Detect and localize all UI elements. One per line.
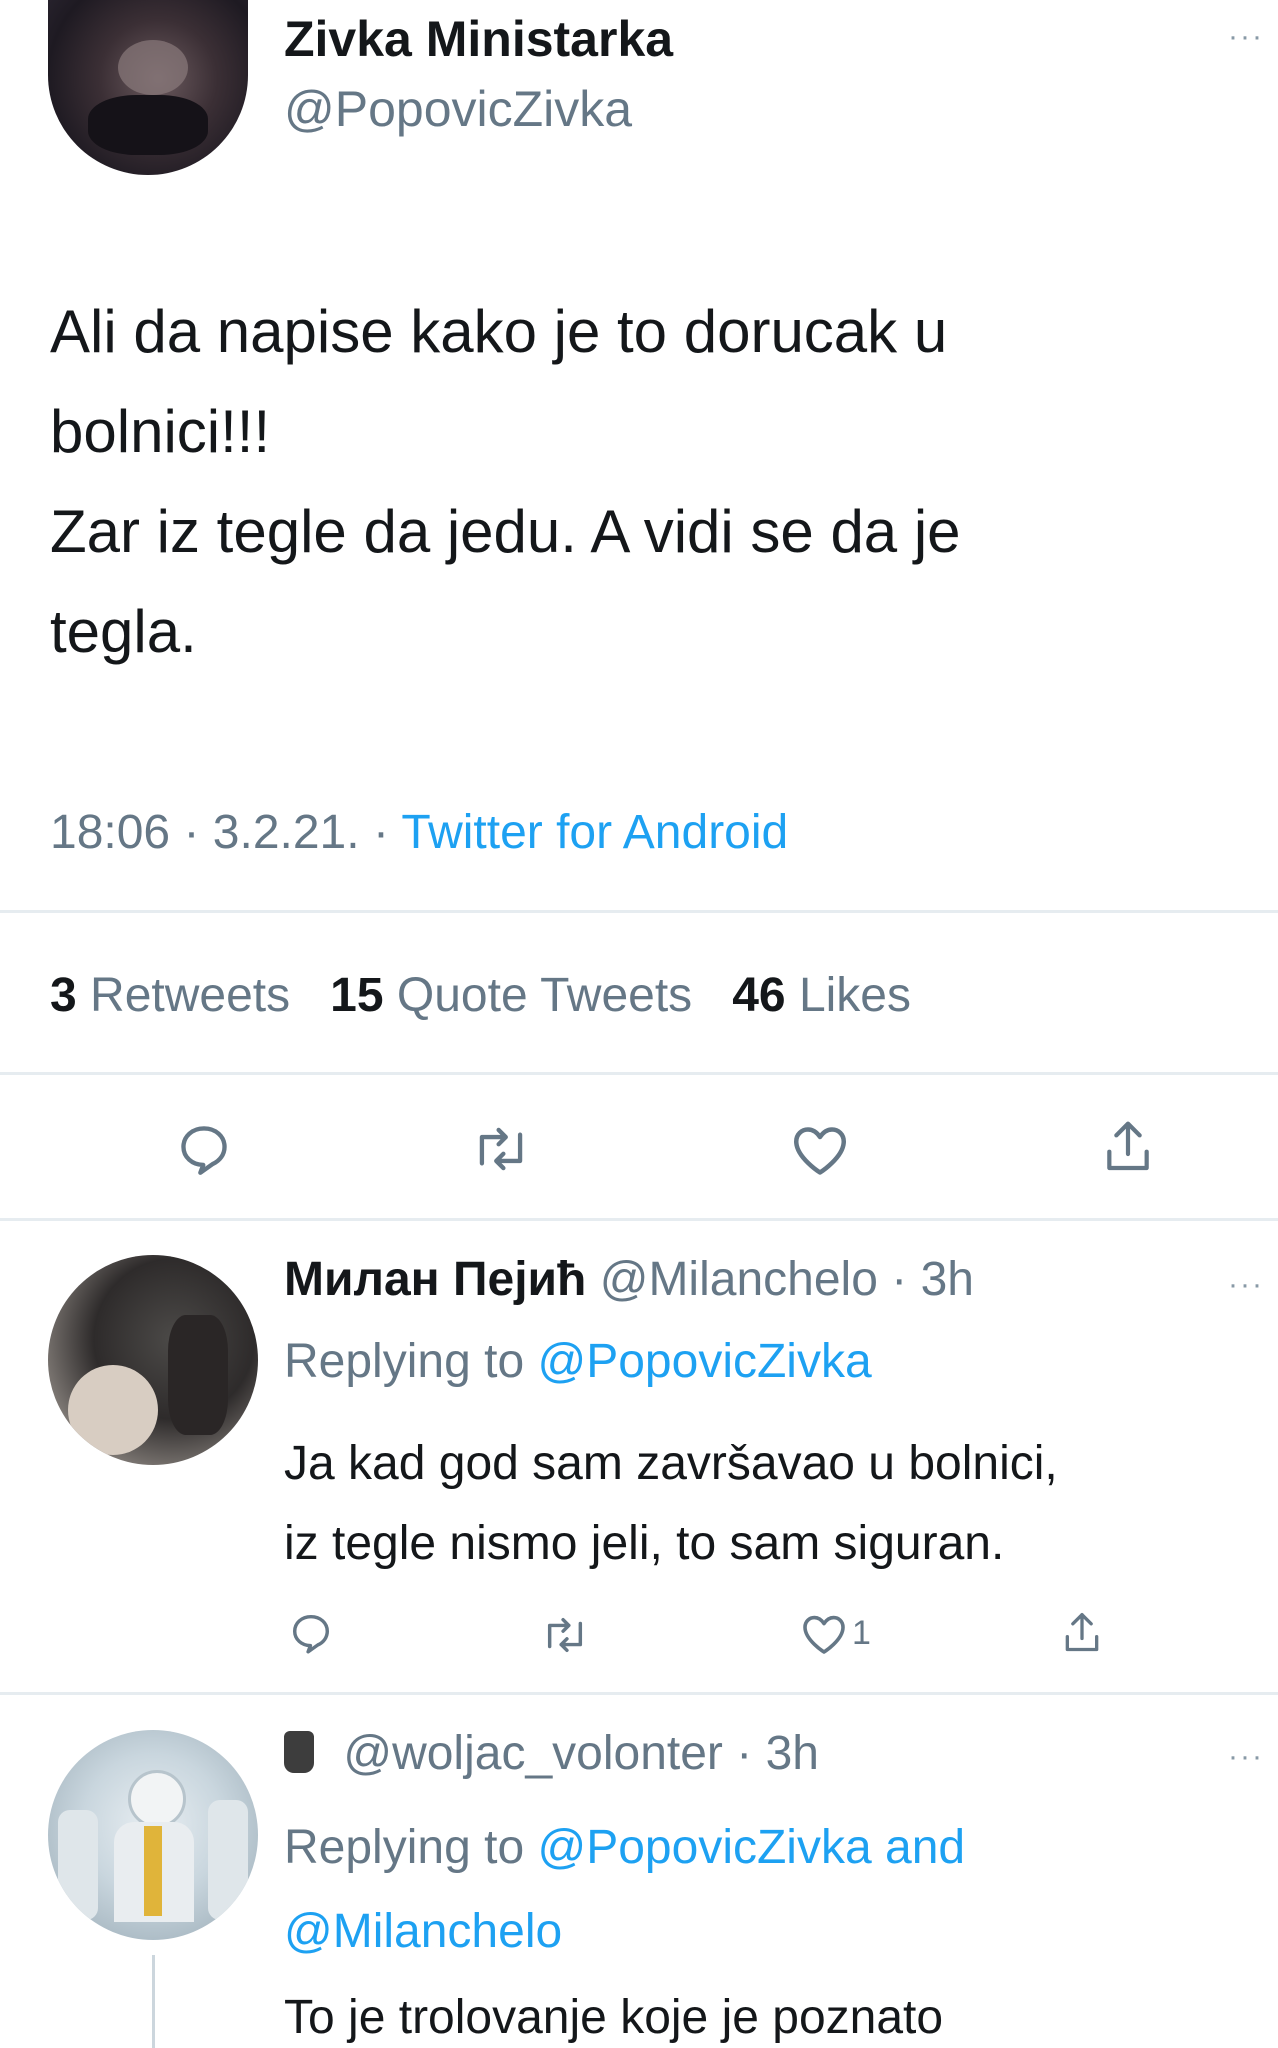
- replying-to-handle[interactable]: @PopovicZivka and: [537, 1821, 965, 1874]
- avatar[interactable]: [48, 1255, 258, 1465]
- display-name[interactable]: Милан Пејић: [284, 1253, 586, 1306]
- reply-header: @woljac_volonter · 3h: [284, 1726, 819, 1781]
- tweet-text-line: Ali da napise kako je to dorucak u: [50, 298, 948, 365]
- user-emoji-icon: [284, 1731, 314, 1773]
- tweet-source[interactable]: Twitter for Android: [401, 806, 788, 859]
- reply-text: To je trolovanje koje je poznato: [284, 1990, 943, 2045]
- display-name[interactable]: Zivka Ministarka: [284, 10, 673, 68]
- share-icon[interactable]: [1100, 1116, 1156, 1178]
- retweets-stat[interactable]: 3 Retweets: [50, 969, 303, 1022]
- reply-text-line: iz tegle nismo jeli, to sam siguran.: [284, 1517, 1005, 1570]
- retweets-count: 3: [50, 969, 77, 1022]
- likes-count: 46: [732, 969, 786, 1022]
- quote-tweets-stat[interactable]: 15 Quote Tweets: [330, 969, 705, 1022]
- thread-line: [152, 1955, 155, 2048]
- tweet-text-line: Zar iz tegle da jedu. A vidi se da je: [50, 498, 961, 565]
- like-icon[interactable]: [790, 1122, 850, 1178]
- replying-to: Replying to @PopovicZivka and @Milanchel…: [284, 1806, 965, 1974]
- share-icon[interactable]: [1060, 1608, 1104, 1658]
- more-options-icon[interactable]: ···: [1228, 20, 1264, 54]
- likes-stat[interactable]: 46 Likes: [732, 969, 911, 1022]
- quotes-label: Quote Tweets: [396, 969, 693, 1022]
- reply-text-line: Ja kad god sam završavao u bolnici,: [284, 1437, 1058, 1490]
- divider: [0, 1218, 1278, 1221]
- tweet-time[interactable]: 18:06: [50, 806, 170, 859]
- tweet-date[interactable]: 3.2.21.: [213, 806, 360, 859]
- reply-text: Ja kad god sam završavao u bolnici, iz t…: [284, 1424, 1058, 1584]
- reply-icon[interactable]: [175, 1120, 233, 1178]
- divider: [0, 910, 1278, 913]
- reply-icon[interactable]: [288, 1610, 334, 1656]
- more-options-icon[interactable]: ···: [1228, 1268, 1264, 1302]
- reply-header: Милан Пејић @Milanchelo · 3h: [284, 1253, 974, 1306]
- replying-to-handle[interactable]: @PopovicZivka: [537, 1335, 871, 1388]
- like-icon[interactable]: [800, 1612, 848, 1656]
- more-options-icon[interactable]: ···: [1228, 1740, 1264, 1774]
- likes-label: Likes: [798, 969, 911, 1022]
- reply-time[interactable]: 3h: [921, 1253, 974, 1306]
- replying-to: Replying to @PopovicZivka: [284, 1334, 872, 1389]
- handle[interactable]: @Milanchelo: [600, 1253, 878, 1306]
- like-count: 1: [852, 1614, 871, 1652]
- handle[interactable]: @woljac_volonter: [343, 1727, 723, 1780]
- replying-to-handle[interactable]: @Milanchelo: [284, 1890, 965, 1974]
- tweet-stats: 3 Retweets 15 Quote Tweets 46 Likes: [50, 968, 911, 1023]
- avatar[interactable]: [48, 0, 248, 175]
- replying-to-label: Replying to: [284, 1821, 525, 1874]
- replying-to-label: Replying to: [284, 1335, 525, 1388]
- handle[interactable]: @PopovicZivka: [284, 80, 632, 138]
- divider: [0, 1072, 1278, 1075]
- divider: [0, 1692, 1278, 1695]
- tweet-text: Ali da napise kako je to dorucak u bolni…: [50, 282, 961, 682]
- tweet-text-line: tegla.: [50, 598, 197, 665]
- retweets-label: Retweets: [90, 969, 291, 1022]
- tweet-meta: 18:06 · 3.2.21. · Twitter for Android: [50, 806, 789, 859]
- avatar[interactable]: [48, 1730, 258, 1940]
- tweet-text-line: bolnici!!!: [50, 398, 271, 465]
- quotes-count: 15: [330, 969, 384, 1022]
- retweet-icon[interactable]: [540, 1612, 590, 1658]
- reply-time[interactable]: 3h: [766, 1727, 819, 1780]
- retweet-icon[interactable]: [470, 1120, 532, 1178]
- reply-text-line: To je trolovanje koje je poznato: [284, 1991, 944, 2044]
